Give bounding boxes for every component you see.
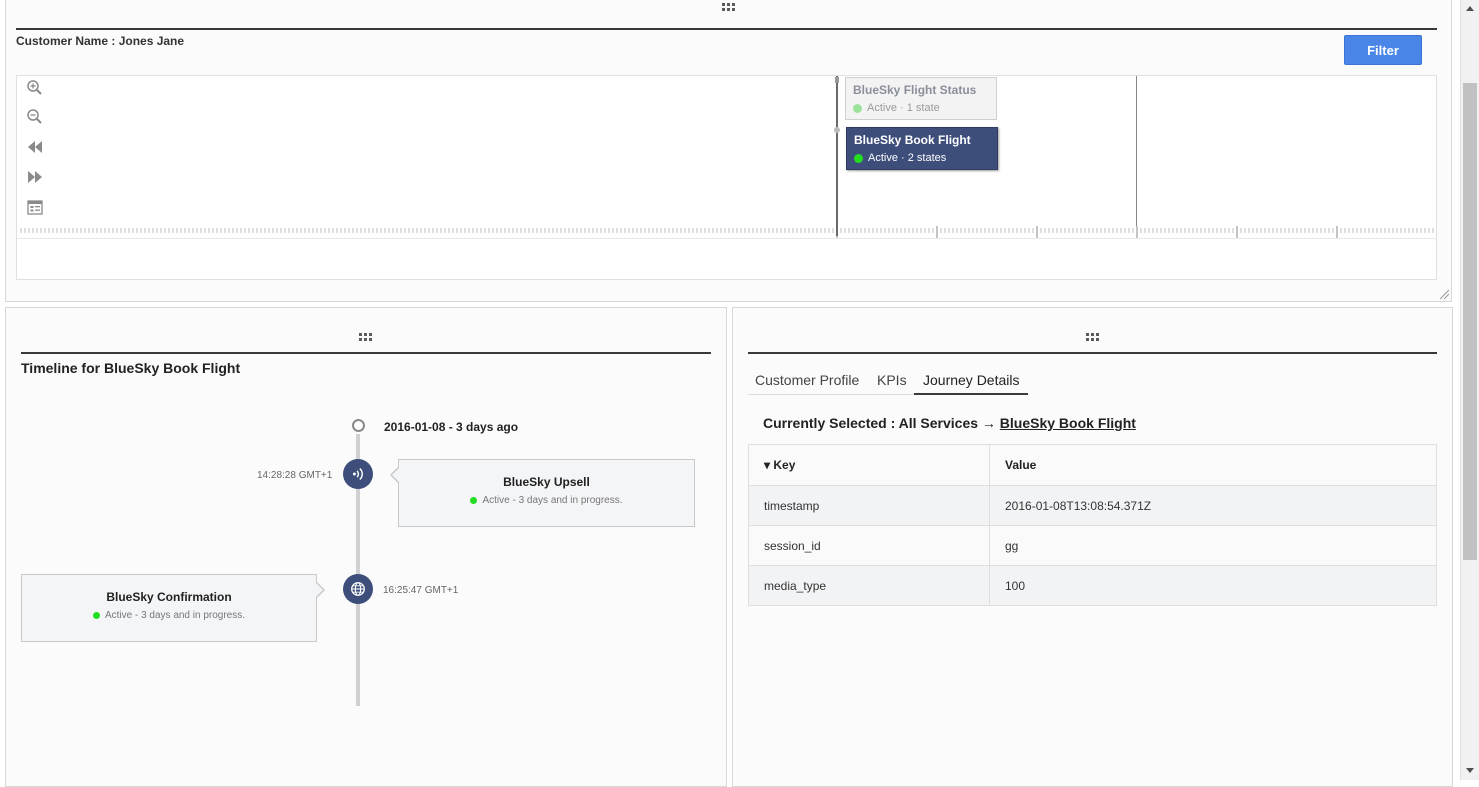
- timeline-panel: [5, 307, 727, 787]
- table-cell-key: media_type: [748, 565, 990, 606]
- event-time: 14:28:28 GMT+1: [257, 470, 333, 481]
- panel-header-rule: [21, 352, 711, 354]
- tab-customer-profile[interactable]: Customer Profile: [755, 372, 859, 388]
- customer-name: Customer Name : Jones Jane: [16, 34, 185, 48]
- marker-node: [834, 127, 840, 133]
- marker-node: [835, 77, 839, 83]
- table-row: session_id gg: [748, 525, 1437, 566]
- tab-journey-details[interactable]: Journey Details: [923, 372, 1020, 388]
- time-axis-line: [17, 238, 1436, 239]
- time-axis-ticks: [20, 226, 1434, 238]
- event-card-pointer: [316, 583, 323, 597]
- event-title: BlueSky Confirmation: [106, 590, 232, 604]
- panel-header-rule: [16, 28, 1437, 30]
- status-dot: [470, 497, 478, 504]
- status-dot: [92, 612, 100, 619]
- current-selection: Currently Selected : All Services → Blue…: [763, 415, 1136, 431]
- panel-header-rule: [748, 352, 1437, 354]
- table-cell-value: 2016-01-08T13:08:54.371Z: [989, 485, 1437, 526]
- tab-kpis[interactable]: KPIs: [877, 372, 907, 388]
- service-card-status: Active · 1 state: [853, 102, 989, 114]
- status-dot: [854, 153, 863, 163]
- table-cell-key: session_id: [748, 525, 990, 566]
- table-header-row: ▾ Key Value: [748, 444, 1437, 486]
- status-dot: [853, 103, 862, 113]
- event-card-confirmation[interactable]: BlueSky Confirmation Active - 3 days and…: [21, 574, 317, 642]
- drag-handle[interactable]: [1086, 333, 1100, 342]
- service-card-subtitle: Active · 1 state: [867, 102, 940, 114]
- drag-handle[interactable]: [722, 3, 736, 12]
- current-time-marker: [836, 76, 838, 236]
- event-card-upsell[interactable]: BlueSky Upsell Active - 3 days and in pr…: [398, 459, 695, 527]
- table-cell-value: gg: [989, 525, 1437, 566]
- fast-forward-icon[interactable]: [25, 167, 45, 187]
- scroll-up-arrow-icon[interactable]: [1466, 6, 1474, 11]
- event-card-pointer: [392, 468, 399, 482]
- service-card-subtitle: Active · 2 states: [868, 152, 947, 164]
- details-table: ▾ Key Value timestamp 2016-01-08T13:08:5…: [748, 444, 1437, 606]
- event-status-text: Active - 3 days and in progress.: [104, 610, 246, 621]
- key-column-header[interactable]: ▾ Key: [748, 444, 990, 486]
- zoom-in-icon[interactable]: [25, 78, 45, 98]
- scrollbar-thumb[interactable]: [1463, 83, 1477, 560]
- scroll-down-arrow-icon[interactable]: [1466, 768, 1474, 773]
- selected-service-link[interactable]: BlueSky Book Flight: [1000, 415, 1136, 431]
- service-card-status: Active · 2 states: [854, 152, 990, 164]
- service-card-book-flight[interactable]: BlueSky Book Flight Active · 2 states: [846, 127, 998, 170]
- calendar-icon[interactable]: [25, 197, 45, 217]
- rewind-icon[interactable]: [25, 137, 45, 157]
- event-status: Active - 3 days and in progress.: [399, 495, 694, 506]
- zoom-out-icon[interactable]: [25, 107, 45, 127]
- value-column-header: Value: [989, 444, 1437, 486]
- signal-icon[interactable]: [343, 459, 373, 489]
- timeline-title: Timeline for BlueSky Book Flight: [21, 360, 241, 376]
- globe-icon[interactable]: [343, 574, 373, 604]
- table-row: media_type 100: [748, 565, 1437, 606]
- journey-visualization[interactable]: BlueSky Flight Status Active · 1 state B…: [16, 75, 1437, 280]
- service-card-flight-status[interactable]: BlueSky Flight Status Active · 1 state: [845, 77, 997, 120]
- resize-handle[interactable]: [1438, 287, 1450, 300]
- timeline-date: 2016-01-08 - 3 days ago: [384, 420, 519, 434]
- table-cell-key: timestamp: [748, 485, 990, 526]
- event-status: Active - 3 days and in progress.: [22, 610, 316, 621]
- page-scrollbar[interactable]: [1460, 0, 1479, 780]
- filter-button[interactable]: Filter: [1344, 35, 1422, 65]
- service-card-title: BlueSky Book Flight: [854, 133, 971, 147]
- selection-prefix: Currently Selected : All Services →: [763, 415, 1000, 431]
- active-tab-indicator: [914, 393, 1028, 395]
- timeline-start-node: [352, 419, 365, 432]
- event-status-text: Active - 3 days and in progress.: [482, 495, 623, 506]
- table-row: timestamp 2016-01-08T13:08:54.371Z: [748, 485, 1437, 526]
- table-cell-value: 100: [989, 565, 1437, 606]
- drag-handle[interactable]: [359, 333, 373, 342]
- event-time: 16:25:47 GMT+1: [383, 585, 459, 596]
- time-range-marker: [1136, 76, 1137, 226]
- service-card-title: BlueSky Flight Status: [853, 83, 977, 97]
- event-title: BlueSky Upsell: [503, 475, 590, 489]
